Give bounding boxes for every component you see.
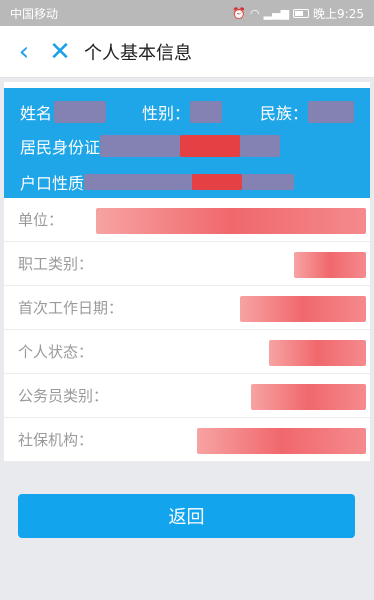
employee-type-label: 职工类别：: [18, 255, 94, 273]
title-bar: ‹ ✕ 个人基本信息: [0, 26, 374, 78]
social-security-agency-label: 社保机构：: [18, 431, 94, 449]
id-label: 居民身份证: [20, 138, 101, 157]
household-redaction-3: [242, 174, 295, 190]
list-item: 公务员类别：: [4, 374, 370, 418]
list-item: 单位：: [4, 198, 370, 242]
info-list: 单位： 职工类别： 首次工作日期： 个人状态： 公务员类别： 社保机构：: [4, 198, 370, 462]
status-bar: 中国移动 ⏰ ◠ ▂▄▆ 晚上9:25: [0, 0, 374, 26]
list-item: 社保机构：: [4, 418, 370, 462]
ethnicity-redaction: [308, 101, 355, 123]
gender-label: 性别：: [142, 104, 191, 123]
household-redaction-2: [192, 174, 243, 190]
household-label: 户口性质: [20, 174, 85, 193]
alarm-icon: ⏰: [232, 6, 247, 20]
first-work-date-label: 首次工作日期：: [18, 299, 124, 317]
battery-icon: [293, 8, 310, 18]
civil-servant-type-value-redaction: [250, 384, 366, 410]
name-row: 姓名: [20, 100, 107, 124]
household-row: 户口性质: [20, 170, 295, 194]
personal-status-value-redaction: [268, 340, 366, 366]
return-button[interactable]: 返回: [18, 494, 355, 538]
list-item: 首次工作日期：: [4, 286, 370, 330]
personal-status-label: 个人状态：: [18, 343, 94, 361]
gender-redaction: [190, 101, 223, 123]
civil-servant-type-label: 公务员类别：: [18, 387, 109, 405]
unit-value-redaction: [96, 208, 366, 234]
status-icons: ⏰ ◠ ▂▄▆ 晚上9:25: [232, 5, 364, 22]
id-redaction-1: [100, 135, 181, 157]
personal-info-card: 姓名 性别： 民族： 居民身份证 户口性质: [4, 88, 370, 198]
name-label: 姓名: [20, 104, 53, 123]
status-time: 晚上9:25: [313, 6, 364, 21]
social-security-agency-value-redaction: [196, 428, 366, 454]
chevron-left-icon: ‹: [18, 36, 30, 67]
ethnicity-row: 民族：: [260, 100, 355, 124]
main-content: 姓名 性别： 民族： 居民身份证 户口性质 单位： 职工类别： 首次工作日期： …: [4, 82, 370, 462]
list-item: 职工类别：: [4, 242, 370, 286]
page-title: 个人基本信息: [84, 42, 192, 64]
close-icon: ✕: [49, 36, 71, 67]
signal-icon: ▂▄▆: [263, 6, 290, 20]
unit-label: 单位：: [18, 211, 64, 229]
gender-row: 性别：: [142, 100, 223, 124]
id-row: 居民身份证: [20, 134, 281, 158]
id-redaction-3: [240, 135, 281, 157]
ethnicity-label: 民族：: [260, 104, 309, 123]
first-work-date-value-redaction: [240, 296, 366, 322]
name-redaction: [54, 101, 107, 123]
back-button[interactable]: ‹: [6, 26, 42, 78]
wifi-icon: ◠: [250, 6, 260, 20]
carrier-label: 中国移动: [10, 6, 59, 21]
close-button[interactable]: ✕: [42, 26, 78, 78]
employee-type-value-redaction: [294, 252, 366, 278]
list-item: 个人状态：: [4, 330, 370, 374]
id-redaction-2: [180, 135, 241, 157]
household-redaction-1: [84, 174, 193, 190]
